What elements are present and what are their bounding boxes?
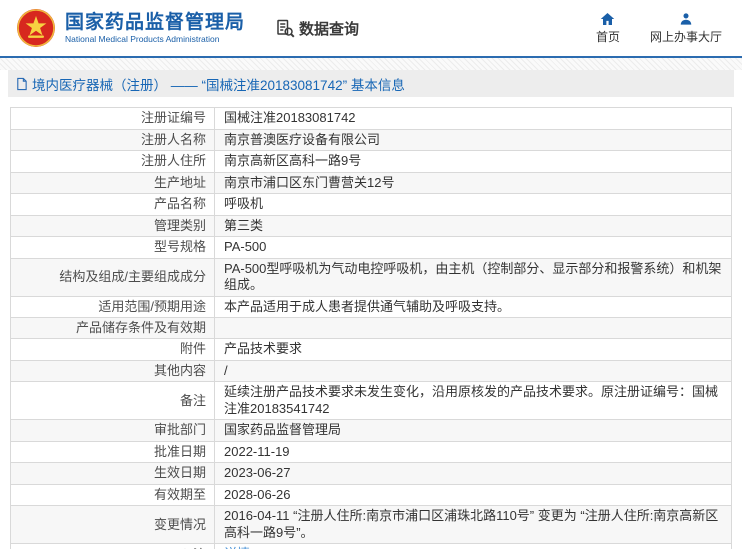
row-value: 国家药品监督管理局 (224, 422, 342, 437)
row-label: 有效期至 (11, 484, 215, 505)
row-label: 附件 (11, 339, 215, 360)
row-label: 批准日期 (11, 441, 215, 462)
nav-label-online-hall: 网上办事大厅 (649, 29, 722, 44)
nav-label-home: 首页 (595, 29, 620, 44)
row-value: 2016-04-11 “注册人住所:南京市浦口区浦珠北路110号” 变更为 “注… (224, 508, 719, 540)
table-row: 附件 产品技术要求 (11, 339, 731, 361)
row-label: 产品名称 (11, 194, 215, 215)
header-nav: 首页 网上办事大厅 (596, 12, 722, 45)
table-row: 管理类别 第三类 (11, 215, 731, 237)
agency-name-en: National Medical Products Administration (65, 33, 220, 44)
row-label: 变更情况 (11, 506, 215, 543)
agency-title-block: 国家药品监督管理局 National Medical Products Admi… (65, 12, 245, 45)
row-label: 审批部门 (11, 420, 215, 441)
table-row: 其他内容 / (11, 360, 731, 382)
row-label: 注册人名称 (11, 129, 215, 150)
row-label: 生产地址 (11, 172, 215, 193)
table-row: 注册人住所 南京高新区高科一路9号 (11, 151, 731, 173)
row-value: 呼吸机 (224, 196, 264, 211)
row-value: PA-500型呼吸机为气动电控呼吸机，由主机（控制部分、显示部分和报警系统）和机… (224, 260, 722, 293)
row-value: 南京市浦口区东门曹营关12号 (224, 174, 395, 190)
row-value: 2028-06-26 (224, 486, 291, 502)
data-query-label: 数据查询 (299, 20, 360, 38)
row-label: 注 (11, 544, 215, 549)
page-title: 境内医疗器械（注册） —— “国械注准20183081742” 基本信息 (32, 77, 405, 93)
row-label: 产品储存条件及有效期 (11, 318, 215, 338)
row-label: 注册证编号 (11, 108, 215, 129)
row-value: / (224, 362, 228, 378)
row-value: 本产品适用于成人患者提供通气辅助及呼吸支持。 (224, 298, 511, 314)
row-value: 详情 (215, 544, 731, 549)
table-row: 备注 延续注册产品技术要求未发生变化，沿用原核发的产品技术要求。原注册证编号：国… (11, 382, 731, 420)
document-search-icon (275, 18, 296, 39)
row-label: 结构及组成/主要组成成分 (11, 258, 215, 296)
registration-info-table: 注册证编号 国械注准20183081742 注册人名称 南京普澳医疗设备有限公司… (10, 107, 732, 549)
document-icon (15, 77, 28, 91)
nav-item-home[interactable]: 首页 (596, 12, 620, 45)
row-value: 南京普澳医疗设备有限公司 (224, 131, 381, 147)
agency-name-cn: 国家药品监督管理局 (65, 11, 246, 33)
table-row: 生产地址 南京市浦口区东门曹营关12号 (11, 172, 731, 194)
home-icon (600, 12, 615, 26)
table-row: 适用范围/预期用途 本产品适用于成人患者提供通气辅助及呼吸支持。 (11, 296, 731, 318)
data-query-button[interactable]: 数据查询 (275, 18, 359, 39)
row-label: 型号规格 (11, 237, 215, 258)
row-value: 2022-11-19 (224, 443, 290, 459)
row-label: 其他内容 (11, 360, 215, 381)
table-row: 型号规格 PA-500 (11, 237, 731, 259)
table-row: 批准日期 2022-11-19 (11, 441, 731, 463)
national-emblem-logo (16, 8, 56, 48)
table-row: 生效日期 2023-06-27 (11, 463, 731, 485)
row-value: PA-500 (224, 239, 267, 254)
row-value (215, 326, 731, 330)
row-value: 国械注准20183081742 (224, 110, 356, 125)
table-row: 产品储存条件及有效期 (11, 318, 731, 339)
row-label: 备注 (11, 382, 215, 419)
table-row: 变更情况 2016-04-11 “注册人住所:南京市浦口区浦珠北路110号” 变… (11, 506, 731, 544)
nav-item-online-hall[interactable]: 网上办事大厅 (650, 12, 722, 45)
row-label: 管理类别 (11, 215, 215, 236)
table-row: 审批部门 国家药品监督管理局 (11, 420, 731, 442)
page-title-bar: 境内医疗器械（注册） —— “国械注准20183081742” 基本信息 (8, 70, 734, 97)
row-value: 南京高新区高科一路9号 (224, 153, 362, 168)
row-label: 注册人住所 (11, 151, 215, 172)
table-row: 注册人名称 南京普澳医疗设备有限公司 (11, 129, 731, 151)
table-row-note: 注 详情 (11, 544, 731, 549)
person-icon (679, 12, 693, 26)
row-label: 生效日期 (11, 463, 215, 484)
row-value: 延续注册产品技术要求未发生变化，沿用原核发的产品技术要求。原注册证编号：国械注准… (224, 384, 719, 416)
site-header: 国家药品监督管理局 National Medical Products Admi… (0, 0, 742, 58)
row-value: 第三类 (224, 217, 264, 233)
row-value: 产品技术要求 (224, 341, 303, 356)
table-row: 产品名称 呼吸机 (11, 194, 731, 216)
row-value: 2023-06-27 (224, 465, 291, 480)
table-row: 有效期至 2028-06-26 (11, 484, 731, 506)
hatch-divider (0, 58, 742, 70)
row-label: 适用范围/预期用途 (11, 296, 215, 317)
table-row: 结构及组成/主要组成成分 PA-500型呼吸机为气动电控呼吸机，由主机（控制部分… (11, 258, 731, 297)
table-row: 注册证编号 国械注准20183081742 (11, 108, 731, 130)
